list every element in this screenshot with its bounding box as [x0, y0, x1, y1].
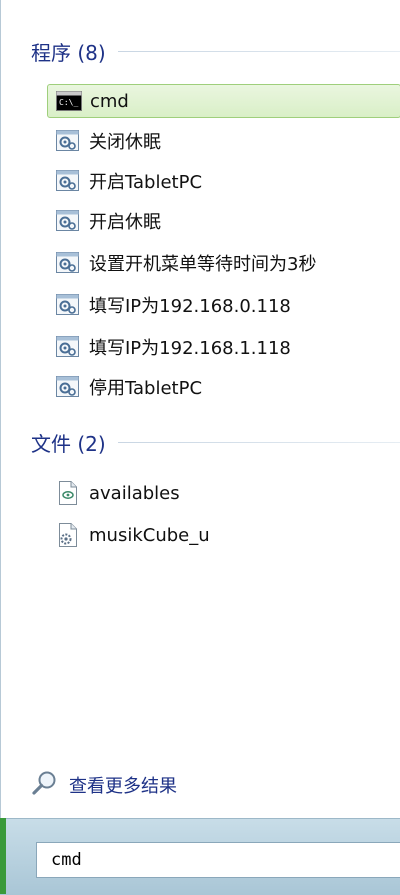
- result-item-label: 停用TabletPC: [89, 378, 203, 399]
- result-item-label: availables: [89, 482, 180, 504]
- section-divider: [117, 441, 400, 443]
- result-item-label: musikCube_u: [89, 524, 210, 546]
- programs-section-header[interactable]: 程序 (8): [31, 36, 400, 66]
- result-item-program[interactable]: 填写IP为192.168.1.118: [47, 330, 400, 364]
- search-input[interactable]: [37, 843, 400, 877]
- script-icon: [55, 129, 81, 153]
- script-icon: [55, 293, 81, 317]
- result-item-label: 设置开机菜单等待时间为3秒: [89, 254, 317, 275]
- cmd-icon: C:\_: [56, 89, 82, 113]
- result-item-label: cmd: [90, 90, 129, 112]
- result-item-label: 开启TabletPC: [89, 172, 203, 193]
- script-icon: [55, 209, 81, 233]
- script-icon: [55, 375, 81, 399]
- result-item-program[interactable]: 开启TabletPC: [47, 164, 400, 198]
- see-more-results-label: 查看更多结果: [69, 776, 177, 797]
- files-section-title: 文件 (2): [31, 431, 106, 456]
- settings-file-icon: [55, 523, 81, 547]
- result-item-label: 填写IP为192.168.1.118: [89, 338, 291, 359]
- text-file-icon: [55, 481, 81, 505]
- script-icon: [55, 169, 81, 193]
- result-item-label: 关闭休眠: [89, 132, 161, 153]
- programs-section-title: 程序 (8): [31, 40, 106, 65]
- result-item-file[interactable]: availables: [47, 476, 400, 510]
- script-icon: [55, 335, 81, 359]
- see-more-results-link[interactable]: 查看更多结果: [31, 768, 177, 802]
- magnifier-icon: [31, 769, 59, 801]
- section-divider: [117, 50, 400, 52]
- files-section-header[interactable]: 文件 (2): [31, 427, 400, 457]
- result-item-program[interactable]: 填写IP为192.168.0.118: [47, 288, 400, 322]
- script-icon: [55, 251, 81, 275]
- result-item-program[interactable]: 开启休眠: [47, 204, 400, 238]
- svg-text:C:\_: C:\_: [59, 98, 78, 107]
- search-box[interactable]: [36, 842, 400, 878]
- result-item-label: 开启休眠: [89, 212, 161, 233]
- start-menu-results-panel: 程序 (8) C:\_ cmd 关闭休眠 开启TabletPC 开启休眠 设置开…: [0, 0, 400, 818]
- footer-accent: [0, 818, 6, 894]
- result-item-program[interactable]: 停用TabletPC: [47, 370, 400, 404]
- result-item-program[interactable]: 关闭休眠: [47, 124, 400, 158]
- result-item-label: 填写IP为192.168.0.118: [89, 296, 291, 317]
- result-item-cmd[interactable]: C:\_ cmd: [47, 84, 400, 118]
- result-item-program[interactable]: 设置开机菜单等待时间为3秒: [47, 246, 400, 280]
- result-item-file[interactable]: musikCube_u: [47, 518, 400, 552]
